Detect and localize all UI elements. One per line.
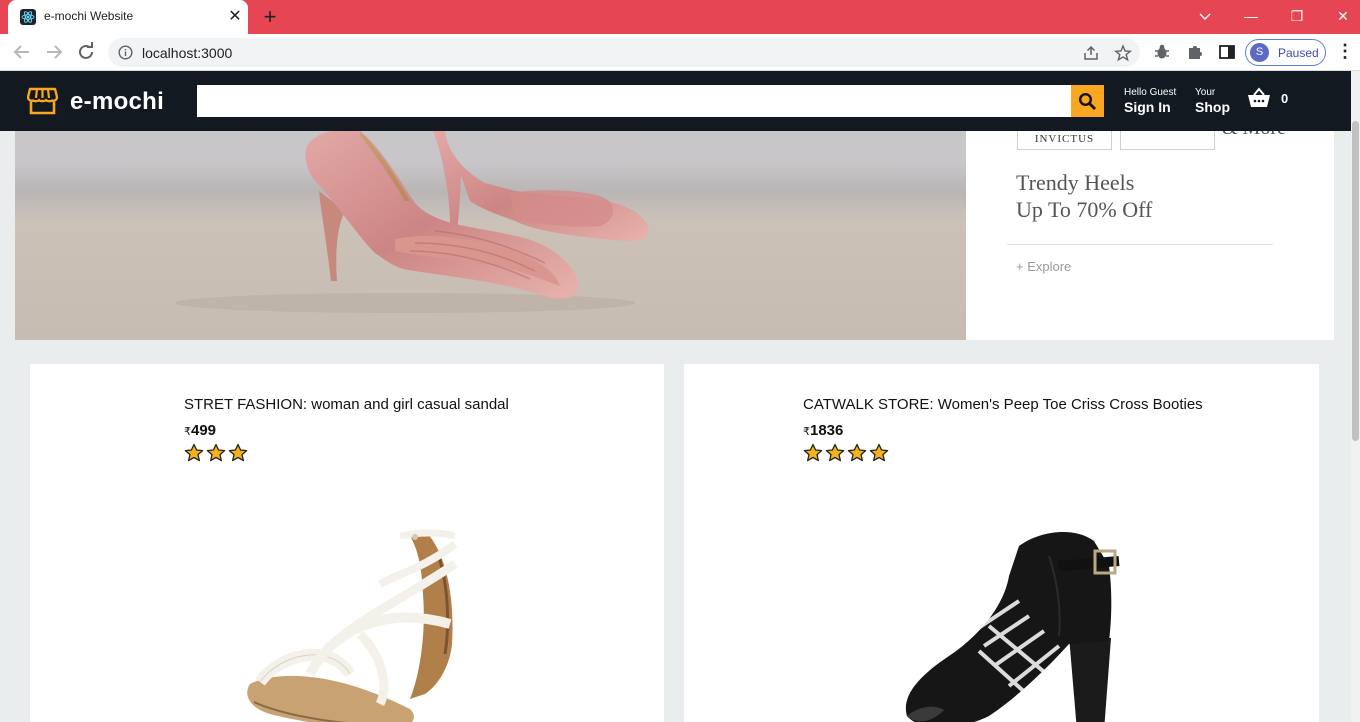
back-arrow-icon[interactable] [10, 40, 34, 64]
tab-search-chevron-icon[interactable] [1192, 4, 1218, 28]
product-price: ₹1836 [803, 422, 843, 439]
profile-status: Paused [1278, 46, 1319, 60]
price-value: 499 [191, 422, 217, 439]
side-panel-icon[interactable] [1218, 43, 1236, 61]
profile-button[interactable]: S Paused [1245, 39, 1326, 66]
restore-button[interactable]: ❐ [1284, 4, 1310, 28]
basket-count: 0 [1281, 91, 1289, 106]
star-icon [228, 443, 248, 462]
address-bar[interactable]: localhost:3000 [108, 38, 1140, 67]
your-shop-link[interactable]: Your Shop [1195, 87, 1230, 115]
star-icon [184, 443, 204, 462]
site-logo[interactable]: e-mochi [70, 88, 164, 116]
close-window-button[interactable]: ✕ [1330, 4, 1356, 28]
promo-title: Trendy Heels Up To 70% Off [1016, 169, 1152, 223]
tab-close-icon[interactable]: ✕ [226, 8, 244, 26]
product-card[interactable]: CATWALK STORE: Women's Peep Toe Criss Cr… [684, 364, 1319, 722]
brand-name: INVICTUS [1034, 133, 1095, 145]
browser-menu-icon[interactable]: ⋮ [1336, 42, 1354, 62]
hero-banner[interactable]: INVICTUS COSMO & More Trendy Heels Up To… [15, 117, 1334, 340]
currency-symbol: ₹ [803, 426, 810, 438]
hello-guest-label: Hello Guest [1124, 87, 1177, 98]
url-text: localhost:3000 [142, 45, 233, 61]
bookmark-star-icon[interactable] [1113, 44, 1133, 62]
search-icon [1078, 92, 1096, 110]
share-icon[interactable] [1082, 44, 1100, 62]
your-label: Your [1195, 87, 1216, 98]
product-title[interactable]: STRET FASHION: woman and girl casual san… [184, 396, 509, 413]
product-price: ₹499 [184, 422, 216, 439]
pink-heels-image [175, 131, 649, 313]
sign-in-label: Sign In [1124, 99, 1171, 115]
browser-tab[interactable]: e-mochi Website ✕ [8, 0, 248, 34]
forward-arrow-icon[interactable] [42, 40, 66, 64]
search-input[interactable] [197, 85, 1071, 117]
extensions-puzzle-icon[interactable] [1186, 43, 1204, 61]
sign-in-link[interactable]: Hello Guest Sign In [1124, 87, 1176, 115]
banner-image [15, 131, 966, 340]
site-info-icon[interactable] [118, 45, 133, 65]
minimize-button[interactable]: — [1238, 4, 1264, 28]
page-viewport: e-mochi Hello Guest Sign In Your Shop 0 [0, 71, 1351, 722]
black-peep-toe-bootie-image[interactable] [899, 526, 1129, 722]
shopping-basket-icon[interactable] [1247, 87, 1271, 114]
new-tab-button[interactable]: + [258, 6, 282, 28]
star-icon [803, 443, 823, 462]
product-title[interactable]: CATWALK STORE: Women's Peep Toe Criss Cr… [803, 396, 1203, 413]
site-header: e-mochi Hello Guest Sign In Your Shop 0 [0, 71, 1351, 131]
browser-toolbar: localhost:3000 S Paused ⋮ [0, 34, 1360, 71]
star-icon [869, 443, 889, 462]
promo-panel: INVICTUS COSMO & More Trendy Heels Up To… [966, 117, 1334, 340]
product-rating [184, 443, 250, 463]
storefront-logo-icon[interactable] [26, 85, 59, 121]
tab-title: e-mochi Website [44, 9, 134, 23]
scrollbar-thumb[interactable] [1352, 121, 1359, 441]
product-card[interactable]: STRET FASHION: woman and girl casual san… [30, 364, 664, 722]
shop-label: Shop [1195, 99, 1230, 115]
product-rating [803, 443, 891, 463]
explore-link[interactable]: + Explore [1016, 259, 1071, 274]
promo-line-1: Trendy Heels [1016, 170, 1135, 195]
react-favicon-icon [20, 9, 36, 25]
avatar: S [1250, 43, 1269, 62]
bug-extension-icon[interactable] [1153, 43, 1171, 61]
star-icon [825, 443, 845, 462]
currency-symbol: ₹ [184, 426, 191, 438]
white-strappy-sandal-image[interactable] [240, 524, 480, 722]
star-icon [847, 443, 867, 462]
browser-tabstrip: e-mochi Website ✕ + — ❐ ✕ [0, 0, 1360, 34]
page-scrollbar[interactable] [1351, 71, 1360, 722]
promo-line-2: Up To 70% Off [1016, 197, 1153, 222]
price-value: 1836 [810, 422, 844, 439]
star-icon [206, 443, 226, 462]
search-button[interactable] [1071, 85, 1104, 117]
reload-icon[interactable] [74, 40, 98, 64]
divider [1007, 244, 1273, 245]
